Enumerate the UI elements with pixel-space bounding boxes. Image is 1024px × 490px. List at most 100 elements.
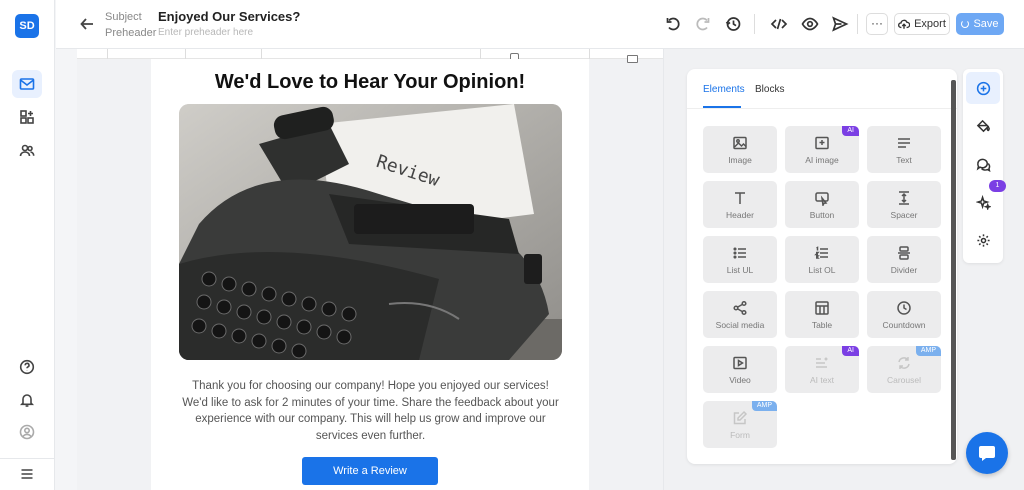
more-options-button[interactable]: ··· (866, 13, 888, 35)
email-body[interactable]: We'd Love to Hear Your Opinion! Review T… (151, 59, 589, 490)
users-icon (19, 144, 35, 157)
back-button[interactable] (78, 15, 96, 33)
templates-icon (20, 110, 34, 124)
ruler-tick (589, 49, 590, 59)
clock-icon (897, 301, 911, 315)
table-icon (815, 301, 829, 315)
contacts-nav-button[interactable] (12, 137, 42, 165)
ruler-tick (261, 49, 262, 59)
image-icon (733, 136, 747, 150)
element-button[interactable]: Button (785, 181, 859, 228)
amp-badge: AMP (915, 346, 941, 356)
ruler-tick (480, 49, 481, 59)
app-logo[interactable]: SD (15, 14, 39, 38)
list-ol-icon (814, 246, 828, 259)
ai-badge: AI (842, 346, 859, 356)
list-ul-icon (733, 247, 746, 259)
history-button[interactable] (724, 15, 742, 33)
menu-nav-button[interactable] (12, 460, 42, 488)
subject-field[interactable]: Enjoyed Our Services? (158, 9, 300, 24)
element-social-media[interactable]: Social media (703, 291, 777, 338)
text-icon (898, 138, 910, 148)
comments-button[interactable] (966, 148, 1000, 180)
export-label: Export (914, 18, 946, 30)
email-body-text[interactable]: Thank you for choosing our company! Hope… (179, 378, 562, 444)
element-header[interactable]: Header (703, 181, 777, 228)
top-bar: Subject Preheader Enjoyed Our Services? … (56, 0, 1024, 49)
paint-bucket-icon (976, 119, 990, 132)
element-carousel[interactable]: AMP Carousel (867, 346, 941, 393)
carousel-icon (898, 357, 910, 369)
help-icon (19, 359, 35, 375)
help-nav-button[interactable] (12, 353, 42, 381)
element-video[interactable]: Video (703, 346, 777, 393)
element-spacer[interactable]: Spacer (867, 181, 941, 228)
form-icon (733, 410, 748, 425)
element-image[interactable]: Image (703, 126, 777, 173)
spacer-icon (899, 191, 909, 205)
ai-badge: AI (842, 126, 859, 136)
toolbar-separator (857, 14, 858, 34)
email-nav-button[interactable] (12, 70, 42, 98)
element-label: Divider (890, 265, 918, 275)
element-ai-image[interactable]: AI AI image (785, 126, 859, 173)
notifications-nav-button[interactable] (12, 386, 42, 414)
sparkles-icon (975, 194, 991, 210)
tab-blocks[interactable]: Blocks (755, 84, 784, 95)
styles-button[interactable] (966, 110, 1000, 142)
email-title[interactable]: We'd Love to Hear Your Opinion! (151, 71, 589, 94)
ai-count-badge: 1 (989, 180, 1006, 192)
element-countdown[interactable]: Countdown (867, 291, 941, 338)
panel-tabs: Elements Blocks (687, 69, 957, 109)
element-label: Spacer (890, 210, 918, 220)
tab-elements[interactable]: Elements (703, 84, 745, 95)
add-element-button[interactable] (966, 72, 1000, 104)
element-label: Button (809, 210, 835, 220)
preheader-field[interactable]: Enter preheader here (158, 27, 253, 38)
typewriter-illustration: Review (179, 104, 562, 360)
undo-button[interactable] (664, 15, 682, 33)
element-label: Video (729, 375, 751, 385)
canvas-ruler (77, 49, 663, 65)
arrow-left-icon (80, 18, 93, 30)
element-divider[interactable]: Divider (867, 236, 941, 283)
element-ai-text[interactable]: AI AI text (785, 346, 859, 393)
chat-icon (976, 158, 990, 172)
hero-image[interactable]: Review (179, 104, 562, 360)
nav-divider (0, 458, 55, 459)
code-icon (770, 18, 788, 30)
element-form[interactable]: AMP Form (703, 401, 777, 448)
element-text[interactable]: Text (867, 126, 941, 173)
write-review-button[interactable]: Write a Review (302, 457, 438, 485)
support-chat-button[interactable] (966, 432, 1008, 474)
editor-canvas[interactable]: We'd Love to Hear Your Opinion! Review T… (77, 49, 663, 490)
left-sidebar: SD (0, 0, 55, 490)
element-list-ol[interactable]: List OL (785, 236, 859, 283)
element-label: Header (726, 210, 754, 220)
plus-circle-icon (976, 81, 990, 95)
save-label: Save (973, 18, 999, 30)
desktop-view-icon[interactable] (627, 55, 638, 63)
save-button[interactable]: Save (956, 13, 1004, 35)
active-tab-indicator (703, 106, 741, 108)
send-test-button[interactable] (831, 15, 849, 33)
export-button[interactable]: Export (894, 13, 950, 35)
header-icon (735, 192, 745, 204)
element-table[interactable]: Table (785, 291, 859, 338)
profile-nav-button[interactable] (12, 418, 42, 446)
avatar-icon (19, 424, 35, 440)
redo-icon (696, 17, 710, 31)
gear-icon (976, 233, 990, 247)
redo-button[interactable] (694, 15, 712, 33)
element-label: Text (896, 155, 912, 165)
element-list-ul[interactable]: List UL (703, 236, 777, 283)
templates-nav-button[interactable] (12, 103, 42, 131)
button-icon (815, 192, 829, 206)
settings-button[interactable] (966, 224, 1000, 256)
cloud-upload-icon (898, 19, 911, 29)
undo-icon (666, 17, 680, 31)
code-view-button[interactable] (770, 15, 788, 33)
element-label: Carousel (886, 375, 922, 385)
preview-button[interactable] (801, 15, 819, 33)
panel-scrollbar[interactable] (951, 80, 956, 460)
